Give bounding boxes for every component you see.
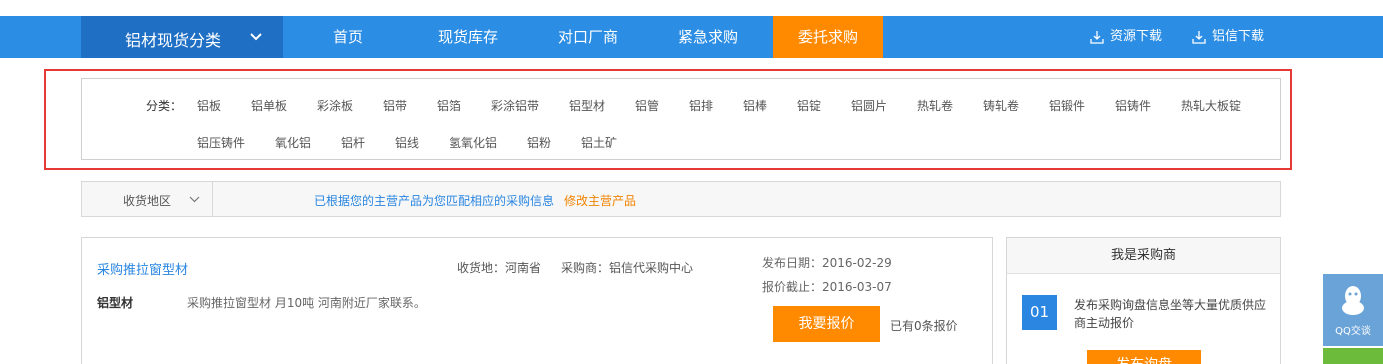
quote-deadline: 报价截止：2016-03-07 — [762, 280, 892, 294]
publish-inquiry-button[interactable]: 发布询盘 — [1087, 350, 1201, 364]
listing-description: 采购推拉窗型材 月10吨 河南附近厂家联系。 — [187, 296, 426, 310]
nav-home[interactable]: 首页 — [313, 16, 383, 58]
resource-download-link[interactable]: 资源下载 — [1090, 16, 1162, 58]
listing-category: 铝型材 — [97, 296, 134, 310]
buyer-panel-title: 我是采购商 — [1007, 238, 1280, 274]
purchase-listing-card: 采购推拉窗型材 收货地：河南省 采购商：铝信代采购中心 发布日期：2016-02… — [81, 237, 993, 364]
nav-spot-stock[interactable]: 现货库存 — [428, 16, 508, 58]
top-nav: 铝材现货分类 首页 现货库存 对口厂商 紧急求购 委托求购 资源下载 铝信下载 — [0, 16, 1383, 58]
delivery-location: 收货地：河南省 — [457, 261, 542, 275]
filter-bar: 收货地区 已根据您的主营产品为您匹配相应的采购信息 修改主营产品 — [81, 181, 1281, 217]
nav-urgent-purchase[interactable]: 紧急求购 — [668, 16, 748, 58]
listing-title-link[interactable]: 采购推拉窗型材 — [97, 259, 188, 278]
highlight-box — [44, 69, 1292, 170]
chevron-down-icon — [250, 33, 262, 41]
step-number-badge: 01 — [1022, 295, 1057, 330]
buyer-name: 采购商：铝信代采购中心 — [561, 261, 694, 275]
buyer-panel: 我是采购商 01 发布采购询盘信息坐等大量优质供应商主动报价 发布询盘 — [1006, 237, 1281, 364]
category-dropdown-label: 铝材现货分类 — [125, 31, 222, 50]
resource-download-label: 资源下载 — [1110, 29, 1163, 44]
qq-chat-label: QQ交谈 — [1335, 326, 1371, 337]
quote-button[interactable]: 我要报价 — [773, 306, 880, 342]
chevron-down-icon — [189, 196, 200, 203]
qq-penguin-icon — [1342, 286, 1364, 315]
app-download-label: 铝信下载 — [1212, 29, 1265, 44]
match-info-text: 已根据您的主营产品为您匹配相应的采购信息 — [314, 194, 555, 208]
wechat-widget[interactable] — [1323, 348, 1383, 364]
download-icon — [1090, 31, 1104, 44]
step-description: 发布采购询盘信息坐等大量优质供应商主动报价 — [1074, 298, 1267, 330]
app-download-link[interactable]: 铝信下载 — [1192, 16, 1264, 58]
publish-date: 发布日期：2016-02-29 — [762, 256, 892, 270]
nav-matched-vendors[interactable]: 对口厂商 — [548, 16, 628, 58]
region-dropdown-label: 收货地区 — [123, 194, 172, 208]
modify-main-product-link[interactable]: 修改主营产品 — [564, 192, 636, 209]
nav-entrusted-purchase[interactable]: 委托求购 — [773, 16, 883, 58]
qq-chat-widget[interactable]: QQ交谈 — [1323, 274, 1383, 346]
quote-count: 已有0条报价 — [890, 319, 958, 333]
region-dropdown[interactable]: 收货地区 — [82, 182, 213, 216]
download-icon — [1192, 31, 1206, 44]
category-dropdown-button[interactable]: 铝材现货分类 — [81, 16, 283, 58]
